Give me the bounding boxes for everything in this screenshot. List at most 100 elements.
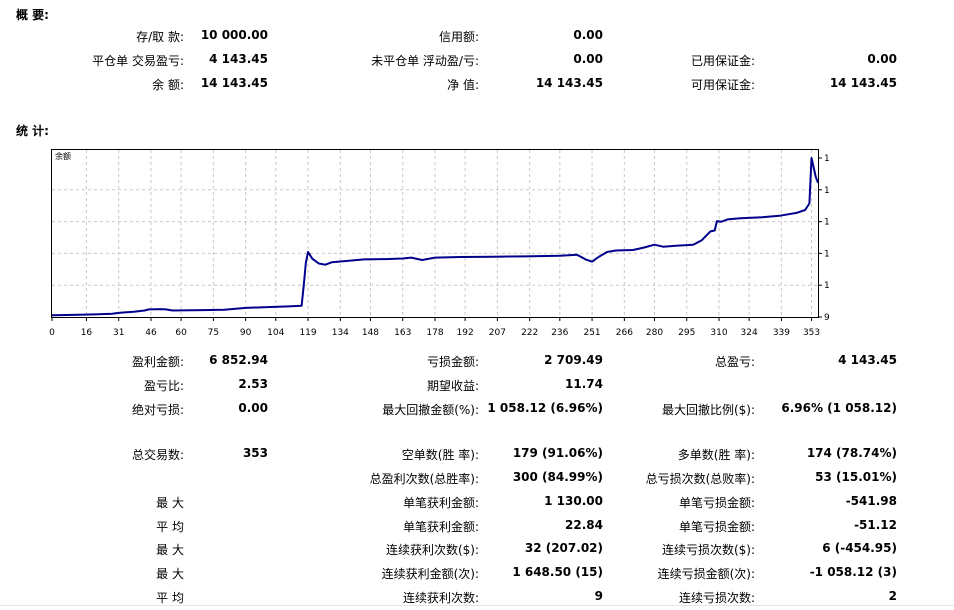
stat-value-2: 1 130.00 xyxy=(544,494,603,508)
stat-value-3: -1 058.12 (3) xyxy=(809,565,897,579)
stat-value-2: 1 648.50 (15) xyxy=(512,565,603,579)
stat-label-3: 连续亏损次数($): xyxy=(661,543,755,557)
stat-label-1: 最 大 xyxy=(156,543,184,557)
credit-value: 0.00 xyxy=(573,28,603,42)
y-tick-label: 11903 xyxy=(824,249,829,259)
stat-value-3: 2 xyxy=(888,589,897,603)
x-tick-label: 134 xyxy=(332,328,349,338)
stat-label-3: 总盈亏: xyxy=(714,355,755,369)
stat-label-1: 最 大 xyxy=(156,496,184,510)
x-tick-label: 192 xyxy=(457,328,474,338)
x-tick-label: 280 xyxy=(646,328,663,338)
stat-label-2: 单笔获利金额: xyxy=(402,496,479,510)
y-tick-label: 12984 xyxy=(824,218,829,228)
equity-label: 净 值: xyxy=(447,78,479,92)
stat-label-3: 总亏损次数(总败率): xyxy=(645,472,755,486)
stat-label-1: 总交易数: xyxy=(131,448,184,462)
stat-value-1: 353 xyxy=(242,446,268,460)
stat-value-3: 6 (-454.95) xyxy=(822,541,897,555)
stat-value-2: 179 (91.06%) xyxy=(512,446,603,460)
free-margin-label: 可用保证金: xyxy=(690,78,755,92)
stat-label-2: 最大回撤金额(%): xyxy=(382,403,479,417)
balance-chart: 0 16 31 46 60 75 90 104 119 134 148 163 178 192 207 222… xyxy=(49,149,829,338)
free-margin-value: 14 143.45 xyxy=(829,76,897,90)
x-tick-label: 310 xyxy=(710,328,727,338)
summary-header: 概 要: xyxy=(16,8,49,22)
x-tick-label: 353 xyxy=(803,328,820,338)
stat-label-1: 平 均 xyxy=(156,520,184,534)
stat-value-3: -51.12 xyxy=(854,518,897,532)
stat-value-2: 2 709.49 xyxy=(544,353,603,367)
stat-label-3: 多单数(胜 率): xyxy=(677,448,755,462)
stat-label-2: 单笔获利金额: xyxy=(402,520,479,534)
floating-pl-label: 未平仓单 浮动盈/亏: xyxy=(371,54,479,68)
stats-header: 统 计: xyxy=(16,124,49,138)
stat-label-1: 平 均 xyxy=(156,591,184,605)
x-tick-label: 104 xyxy=(267,328,284,338)
stat-value-1: 2.53 xyxy=(238,377,268,391)
stat-label-3: 单笔亏损金额: xyxy=(678,496,755,510)
x-tick-label: 90 xyxy=(240,328,252,338)
stat-value-1: 0.00 xyxy=(238,401,268,415)
stat-label-1: 最 大 xyxy=(156,567,184,581)
stat-label-2: 空单数(胜 率): xyxy=(401,448,479,462)
balance-label: 余 额: xyxy=(152,78,184,92)
chart-x-axis: 0 16 31 46 60 75 90 104 119 134 148 163 178 192 207 222… xyxy=(49,317,820,338)
y-tick-label: 14066 xyxy=(824,186,829,196)
stat-value-2: 1 058.12 (6.96%) xyxy=(487,401,603,415)
x-tick-label: 324 xyxy=(741,328,758,338)
x-tick-label: 295 xyxy=(678,328,695,338)
stat-value-2: 22.84 xyxy=(565,518,603,532)
floating-pl-value: 0.00 xyxy=(573,52,603,66)
x-tick-label: 75 xyxy=(208,328,219,338)
x-tick-label: 251 xyxy=(583,328,600,338)
equity-value: 14 143.45 xyxy=(535,76,603,90)
stat-value-3: 6.96% (1 058.12) xyxy=(781,401,897,415)
stat-value-1: 6 852.94 xyxy=(209,353,268,367)
stat-label-3: 连续亏损金额(次): xyxy=(657,567,755,581)
stat-value-3: 53 (15.01%) xyxy=(815,470,897,484)
deposit-label: 存/取 款: xyxy=(136,30,184,44)
stat-label-3: 连续亏损次数: xyxy=(678,591,755,605)
x-tick-label: 207 xyxy=(489,328,506,338)
x-tick-label: 236 xyxy=(551,328,568,338)
margin-label: 已用保证金: xyxy=(690,54,755,68)
x-tick-label: 266 xyxy=(616,328,633,338)
stat-label-3: 单笔亏损金额: xyxy=(678,520,755,534)
margin-value: 0.00 xyxy=(867,52,897,66)
x-tick-label: 339 xyxy=(773,328,790,338)
closed-pl-label: 平仓单 交易盈亏: xyxy=(92,54,184,68)
stat-label-2: 期望收益: xyxy=(426,379,479,393)
stat-value-2: 32 (207.02) xyxy=(524,541,603,555)
stat-value-2: 11.74 xyxy=(565,377,603,391)
stat-label-1: 盈利金额: xyxy=(131,355,184,369)
x-tick-label: 119 xyxy=(299,328,316,338)
x-tick-label: 178 xyxy=(426,328,443,338)
stat-label-2: 连续获利次数($): xyxy=(385,543,479,557)
closed-pl-value: 4 143.45 xyxy=(209,52,268,66)
y-tick-label: 10821 xyxy=(824,281,829,291)
stat-value-2: 300 (84.99%) xyxy=(512,470,603,484)
stat-label-2: 亏损金额: xyxy=(426,355,479,369)
stat-value-3: 4 143.45 xyxy=(838,353,897,367)
credit-label: 信用额: xyxy=(438,30,479,44)
bottom-divider xyxy=(0,605,954,606)
y-tick-label: 9740 xyxy=(824,313,829,323)
stat-value-3: 174 (78.74%) xyxy=(806,446,897,460)
stat-label-2: 连续获利次数: xyxy=(402,591,479,605)
x-tick-label: 60 xyxy=(175,328,187,338)
y-tick-label: 15147 xyxy=(824,154,829,164)
stat-value-2: 9 xyxy=(594,589,603,603)
stat-value-3: -541.98 xyxy=(845,494,897,508)
deposit-value: 10 000.00 xyxy=(200,28,268,42)
x-tick-label: 148 xyxy=(362,328,379,338)
stat-label-2: 连续获利金额(次): xyxy=(381,567,479,581)
x-tick-label: 16 xyxy=(81,328,93,338)
x-tick-label: 222 xyxy=(521,328,538,338)
stat-label-1: 盈亏比: xyxy=(143,379,184,393)
chart-series-label: 余额 xyxy=(55,151,71,161)
x-tick-label: 0 xyxy=(49,328,55,338)
stat-label-3: 最大回撤比例($): xyxy=(661,403,755,417)
stat-label-2: 总盈利次数(总胜率): xyxy=(369,472,479,486)
x-tick-label: 31 xyxy=(113,328,124,338)
